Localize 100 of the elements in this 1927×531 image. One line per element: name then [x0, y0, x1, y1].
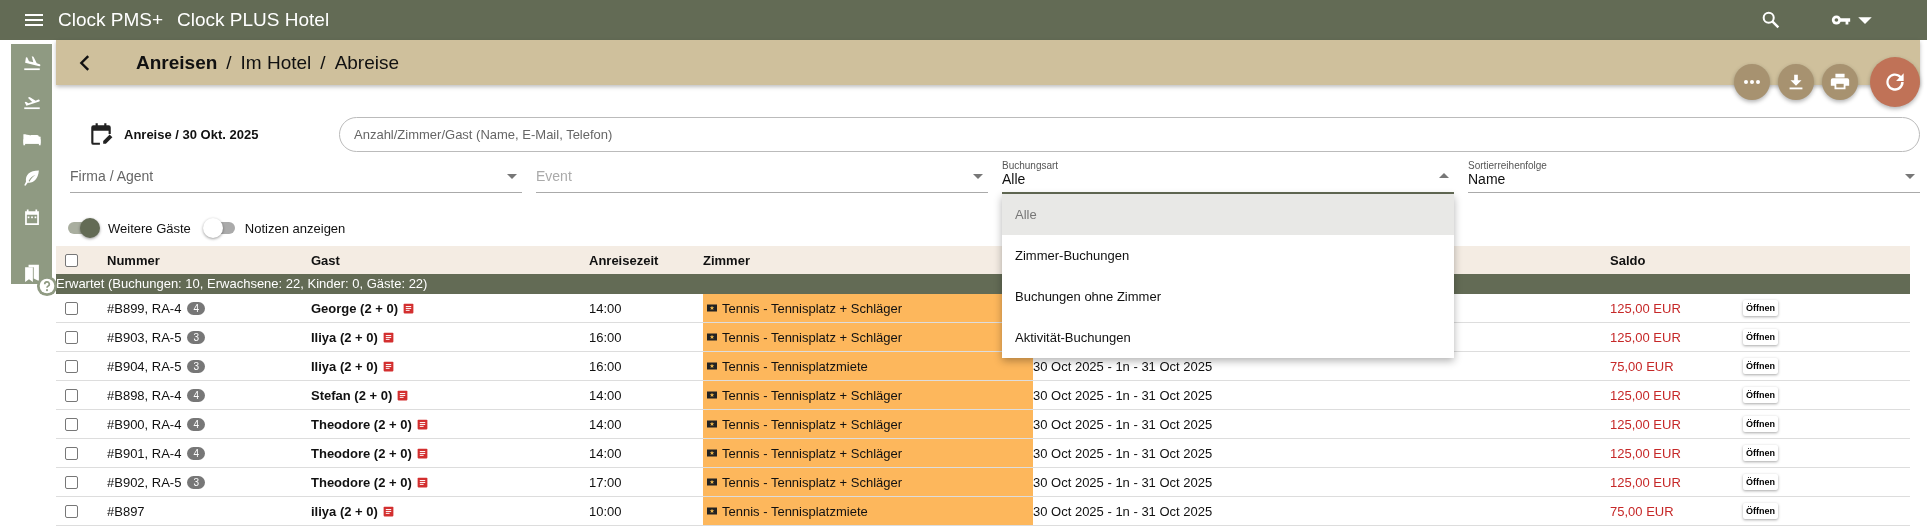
- checkbox[interactable]: [65, 388, 78, 402]
- guest-name: Theodore (2 + 0): [311, 445, 412, 461]
- checkbox[interactable]: [65, 301, 78, 315]
- column-header: Nummer: [107, 252, 160, 268]
- booking-number: #B901, RA-4: [107, 445, 182, 461]
- column-header: Zimmer: [703, 252, 750, 268]
- note-icon[interactable]: [415, 446, 429, 460]
- guest-count: 4: [187, 417, 205, 431]
- guest-name: iliya (2 + 0): [311, 503, 378, 519]
- search-icon[interactable]: [1760, 9, 1782, 31]
- booking-number: #B900, RA-4: [107, 416, 182, 432]
- booking-number: #B903, RA-5: [107, 329, 182, 345]
- room-name: Tennis - Tennisplatz + Schläger: [722, 474, 903, 490]
- more-icon: [1743, 79, 1761, 85]
- download-button[interactable]: [1778, 64, 1814, 100]
- caret-icon: [1438, 172, 1450, 180]
- guest-name: Iliya (2 + 0): [311, 329, 378, 345]
- print-button[interactable]: [1822, 64, 1858, 100]
- open-button[interactable]: Öffnen: [1743, 416, 1778, 432]
- room-name: Tennis - Tennisplatz + Schläger: [722, 416, 903, 432]
- dropdown-option[interactable]: Aktivität-Buchungen: [1002, 317, 1454, 358]
- room-name: Tennis - Tennisplatz + Schläger: [722, 300, 903, 316]
- breadcrumb-separator: /: [226, 51, 232, 74]
- checkbox[interactable]: [65, 504, 78, 518]
- booking-number: #B899, RA-4: [107, 300, 182, 316]
- checkbox[interactable]: [65, 417, 78, 431]
- table-cell: 16:00: [589, 329, 622, 345]
- balance: 125,00 EUR: [1610, 445, 1681, 461]
- room-name: Tennis - Tennisplatzmiete: [722, 358, 868, 374]
- table-cell: 30 Oct 2025 - 1n - 31 Oct 2025: [1033, 387, 1213, 403]
- breadcrumb-tab[interactable]: Im Hotel: [240, 51, 312, 74]
- note-icon[interactable]: [381, 504, 395, 518]
- dropdown-option[interactable]: Alle: [1002, 194, 1454, 235]
- balance: 75,00 EUR: [1610, 358, 1674, 374]
- app-title: Clock PMS+: [58, 9, 164, 31]
- balance: 125,00 EUR: [1610, 416, 1681, 432]
- table-cell: 30 Oct 2025 - 1n - 31 Oct 2025: [1033, 503, 1213, 519]
- booking-number: #B898, RA-4: [107, 387, 182, 403]
- ticket-icon: [706, 331, 718, 343]
- date-label[interactable]: Anreise / 30 Okt. 2025: [124, 126, 339, 142]
- open-button[interactable]: Öffnen: [1743, 329, 1778, 345]
- breadcrumb-separator: /: [320, 51, 326, 74]
- open-button[interactable]: Öffnen: [1743, 300, 1778, 316]
- refresh-button[interactable]: [1870, 57, 1920, 107]
- open-button[interactable]: Öffnen: [1743, 445, 1778, 461]
- select-field[interactable]: Sortierreihenfolge Name: [1468, 158, 1920, 193]
- guest-count: 4: [187, 388, 205, 402]
- room-name: Tennis - Tennisplatzmiete: [722, 503, 868, 519]
- balance: 125,00 EUR: [1610, 329, 1681, 345]
- caret-icon: [1858, 15, 1872, 25]
- booking-number: #B904, RA-5: [107, 358, 182, 374]
- select-field[interactable]: Firma / Agent: [70, 158, 522, 193]
- guest-name: George (2 + 0): [311, 300, 399, 316]
- table-cell: 16:00: [589, 358, 622, 374]
- note-icon[interactable]: [415, 475, 429, 489]
- ticket-icon: [706, 360, 718, 372]
- toggle-label: Notizen anzeigen: [244, 220, 346, 236]
- balance: 75,00 EUR: [1610, 503, 1674, 519]
- caret-icon: [1904, 172, 1916, 180]
- open-button[interactable]: Öffnen: [1743, 387, 1778, 403]
- balance: 125,00 EUR: [1610, 474, 1681, 490]
- table-cell: 30 Oct 2025 - 1n - 31 Oct 2025: [1033, 416, 1213, 432]
- room-name: Tennis - Tennisplatz + Schläger: [722, 329, 903, 345]
- ticket-icon: [706, 302, 718, 314]
- guest-name: Iliya (2 + 0): [311, 358, 378, 374]
- breadcrumb-tab[interactable]: Abreise: [334, 51, 400, 74]
- column-header: Saldo: [1610, 252, 1646, 268]
- table-cell: 14:00: [589, 300, 622, 316]
- more-button[interactable]: [1734, 64, 1770, 100]
- checkbox[interactable]: [65, 330, 78, 344]
- guest-name: Theodore (2 + 0): [311, 416, 412, 432]
- table-cell: 30 Oct 2025 - 1n - 31 Oct 2025: [1033, 445, 1213, 461]
- ticket-icon: [706, 505, 718, 517]
- open-button[interactable]: Öffnen: [1743, 503, 1778, 519]
- guest-count: 3: [187, 359, 205, 373]
- note-icon[interactable]: [415, 417, 429, 431]
- note-icon[interactable]: [396, 388, 410, 402]
- guest-name: Stefan (2 + 0): [311, 387, 393, 403]
- guest-count: 3: [187, 475, 205, 489]
- balance: 125,00 EUR: [1610, 387, 1681, 403]
- guest-count: 4: [187, 301, 205, 315]
- checkbox[interactable]: [65, 446, 78, 460]
- checkbox[interactable]: [65, 359, 78, 373]
- table-cell: 17:00: [589, 474, 622, 490]
- open-button[interactable]: Öffnen: [1743, 358, 1778, 374]
- column-header: Anreisezeit: [589, 252, 659, 268]
- checkbox[interactable]: [65, 253, 78, 267]
- open-button[interactable]: Öffnen: [1743, 474, 1778, 490]
- note-icon[interactable]: [402, 301, 416, 315]
- room-name: Tennis - Tennisplatz + Schläger: [722, 445, 903, 461]
- table-cell: 14:00: [589, 445, 622, 461]
- calendar-edit-icon[interactable]: [88, 121, 114, 147]
- note-icon[interactable]: [381, 330, 395, 344]
- note-icon[interactable]: [381, 359, 395, 373]
- checkbox[interactable]: [65, 475, 78, 489]
- dropdown-option[interactable]: Zimmer-Buchungen: [1002, 235, 1454, 276]
- table-cell: 30 Oct 2025 - 1n - 31 Oct 2025: [1033, 474, 1213, 490]
- breadcrumb-tab[interactable]: Anreisen: [136, 51, 218, 74]
- help-icon[interactable]: [36, 275, 58, 297]
- search-field[interactable]: Anzahl/Zimmer/Gast (Name, E-Mail, Telefon): [339, 116, 1920, 152]
